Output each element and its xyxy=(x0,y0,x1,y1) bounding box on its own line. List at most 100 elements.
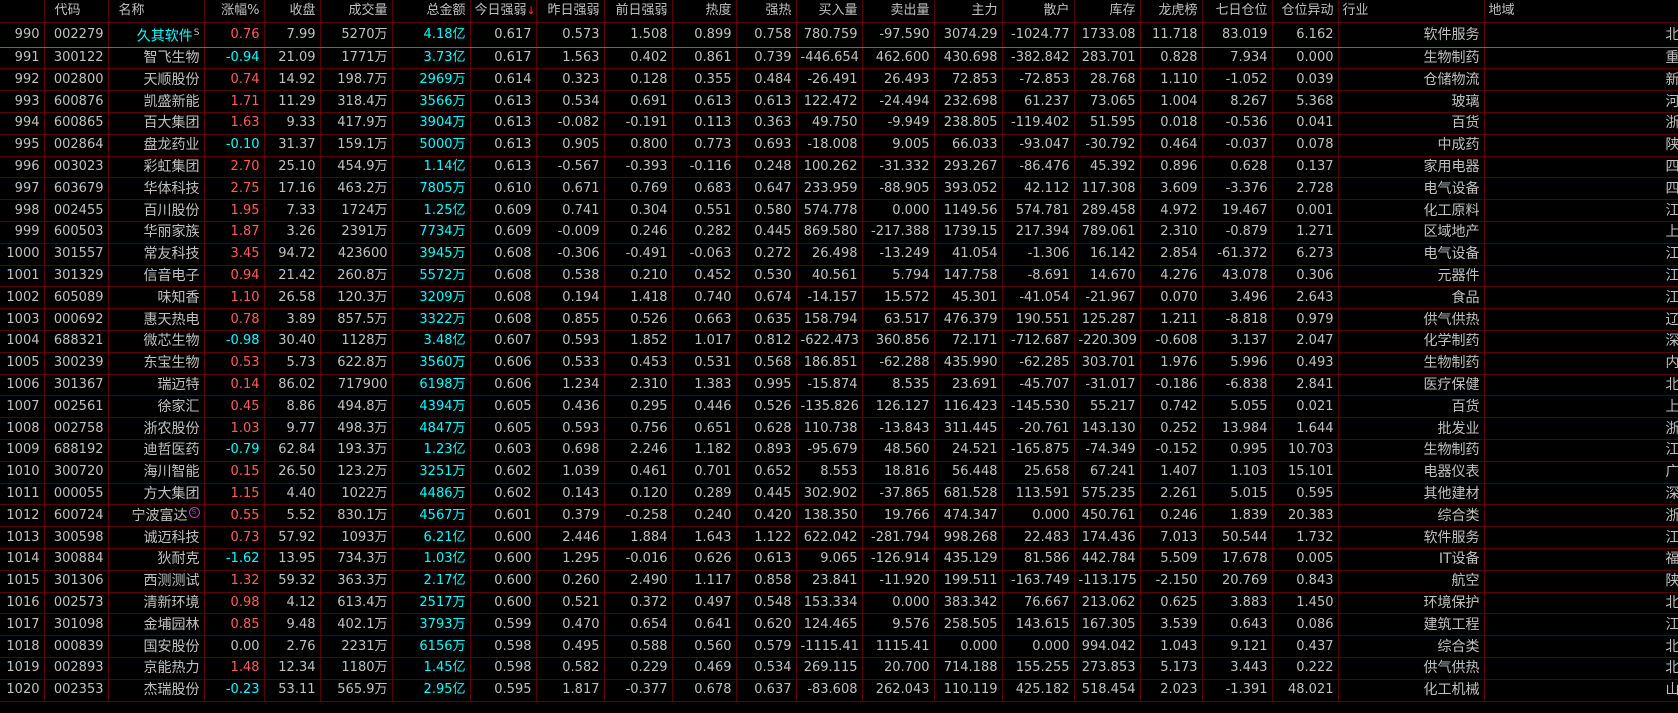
table-row[interactable]: 1002 605089 味知香 1.10 26.58 120.3万 3209万 0.608 0.… xyxy=(0,286,1678,310)
heat-text: 1.117 xyxy=(694,573,732,589)
table-row[interactable]: 1004 688321 微芯生物 -0.98 30.40 1128万 3.48亿 0.607 0… xyxy=(0,330,1678,353)
strong-heat-text: 0.613 xyxy=(754,551,792,567)
main-force-text: 147.758 xyxy=(943,268,998,284)
retail-text: 42.112 xyxy=(1024,180,1070,196)
sell-volume: 0.000 xyxy=(862,199,935,223)
index-header[interactable] xyxy=(0,0,45,23)
table-row[interactable]: 1011 000055 方大集团 1.15 4.40 1022万 4486万 0.602 0.1… xyxy=(0,483,1678,506)
name-header[interactable]: 名称 xyxy=(108,0,205,23)
industry-text: 生物制药 xyxy=(1423,355,1480,372)
stock-name-text: 华丽家族 xyxy=(143,224,200,241)
region: 江苏板块 xyxy=(1484,286,1678,310)
yesterday-strength: -0.567 xyxy=(536,156,605,179)
change-pct-header[interactable]: 涨幅% xyxy=(204,0,265,23)
stock-code: 003023 xyxy=(44,156,109,179)
row-index-text: 1002 xyxy=(6,289,40,305)
dragon-tiger-header[interactable]: 龙虎榜 xyxy=(1140,0,1203,23)
table-row[interactable]: 1010 300720 海川智能 0.15 26.50 123.2万 3251万 0.602 1… xyxy=(0,461,1678,484)
table-row[interactable]: 1006 301367 瑞迈特 0.14 86.02 717900 6198万 0.606 1.… xyxy=(0,374,1678,397)
dragon-tiger-text: 2.310 xyxy=(1160,224,1198,240)
region: 上海板块 xyxy=(1484,395,1678,419)
today-strength: 0.613 xyxy=(470,112,537,135)
table-row[interactable]: 994 600865 百大集团 1.63 9.33 417.9万 3904万 0.613 -0.… xyxy=(0,112,1678,135)
yesterday-strength: 0.436 xyxy=(536,395,605,419)
strong-heat-text: 0.858 xyxy=(754,573,792,589)
table-row[interactable]: 1005 300239 东宝生物 0.53 5.73 622.8万 3560万 0.606 0.… xyxy=(0,352,1678,375)
table-row[interactable]: 1018 000839 国安股份 0.00 2.76 2231万 6156万 0.598 0.4… xyxy=(0,635,1678,658)
table-row[interactable]: 993 600876 凯盛新能 1.71 11.29 318.4万 3566万 0.613 0.… xyxy=(0,90,1678,114)
table-row[interactable]: 1012 600724 宁波富达 S 0.55 5.52 830.1万 4567万 0.601 0… xyxy=(0,504,1678,528)
volume-header[interactable]: 成交量 xyxy=(320,0,393,23)
table-row[interactable]: 1001 301329 信音电子 0.94 21.42 260.8万 5572万 0.608 0… xyxy=(0,265,1678,288)
amount-text: 4486万 xyxy=(419,485,466,501)
heat-header[interactable]: 热度 xyxy=(672,0,737,23)
table-row[interactable]: 1017 301098 金埔园林 0.85 9.48 402.1万 3793万 0.599 0.… xyxy=(0,613,1678,637)
buy-volume-text: 40.561 xyxy=(812,268,858,284)
amount-header[interactable]: 总金额 xyxy=(392,0,471,23)
retail-header[interactable]: 散户 xyxy=(1002,0,1075,23)
table-row[interactable]: 1014 300884 狄耐克 -1.62 13.95 734.3万 1.03亿 0.600 1… xyxy=(0,548,1678,571)
stock-quote-table: 代码 名称 涨幅% 收盘 成交量 总金额 今日强弱↓ 昨日强弱 前日强弱 热度 强热 买入量 卖出量 主力… xyxy=(0,0,1678,702)
sell-volume-header[interactable]: 卖出量 xyxy=(862,0,935,23)
main-force-header[interactable]: 主力 xyxy=(934,0,1003,23)
table-row[interactable]: 990 002279 久其软件S 0.76 7.99 5270万 4.18亿 0.617 0.5… xyxy=(0,22,1678,48)
prev-day-strength-header[interactable]: 前日强弱 xyxy=(604,0,673,23)
table-row[interactable]: 1009 688192 迪哲医药 -0.79 62.84 193.3万 1.23亿 0.603… xyxy=(0,439,1678,462)
buy-volume-header[interactable]: 买入量 xyxy=(796,0,863,23)
table-row[interactable]: 1013 300598 诚迈科技 0.73 57.92 1093万 6.21亿 0.600 2.… xyxy=(0,526,1678,549)
table-row[interactable]: 1000 301557 常友科技 3.45 94.72 423600 3945万 0.608 -… xyxy=(0,243,1678,266)
buy-volume-text: 302.902 xyxy=(803,485,858,501)
prev-day-strength-text: 0.295 xyxy=(630,398,668,414)
table-row[interactable]: 991 300122 智飞生物 -0.94 21.09 1771万 3.73亿 0.617 1.… xyxy=(0,47,1678,70)
region-text: 辽宁板块 xyxy=(1666,312,1678,328)
change-pct: 1.15 xyxy=(204,483,265,506)
inventory-text: 283.701 xyxy=(1081,50,1136,66)
table-row[interactable]: 1015 301306 西测测试 1.32 59.32 363.3万 2.17亿 0.600 0… xyxy=(0,570,1678,593)
heat: 1.643 xyxy=(672,526,737,549)
table-row[interactable]: 996 003023 彩虹集团 2.70 25.10 454.9万 1.14亿 0.613 -0… xyxy=(0,156,1678,179)
yesterday-strength-header[interactable]: 昨日强弱 xyxy=(536,0,605,23)
close-price: 7.99 xyxy=(264,22,321,48)
table-row[interactable]: 992 002800 天顺股份 0.74 14.92 198.7万 2969万 0.614 0.… xyxy=(0,68,1678,92)
table-row[interactable]: 997 603679 华体科技 2.75 17.16 463.2万 7805万 0.610 0.… xyxy=(0,177,1678,201)
strong-heat-header[interactable]: 强热 xyxy=(736,0,797,23)
code-header[interactable]: 代码 xyxy=(44,0,109,23)
position-change-text: 1.732 xyxy=(1296,529,1334,545)
table-row[interactable]: 995 002864 盘龙药业 -0.10 31.37 159.1万 5000万 0.613 0… xyxy=(0,134,1678,157)
table-row[interactable]: 998 002455 百川股份 1.95 7.33 1724万 1.25亿 0.609 0.74… xyxy=(0,199,1678,223)
yesterday-strength: -0.306 xyxy=(536,243,605,266)
close-price-text: 21.09 xyxy=(278,50,316,66)
stock-code-text: 688192 xyxy=(53,442,104,458)
close-price-text: 5.73 xyxy=(286,355,316,371)
close-price: 17.16 xyxy=(264,177,321,201)
position-change-header[interactable]: 仓位异动 xyxy=(1272,0,1339,23)
industry-text: 百货 xyxy=(1451,115,1480,132)
retail: 155.255 xyxy=(1002,657,1075,680)
inventory-header[interactable]: 库存 xyxy=(1074,0,1141,23)
today-strength-header[interactable]: 今日强弱↓ xyxy=(470,0,537,23)
seven-day-position-header[interactable]: 七日仓位 xyxy=(1202,0,1273,23)
prev-day-strength: 0.654 xyxy=(604,613,673,637)
today-strength-text: 0.608 xyxy=(494,311,532,327)
table-row[interactable]: 999 600503 华丽家族 1.87 3.26 2391万 7734万 0.609 -0.0… xyxy=(0,221,1678,244)
close-header[interactable]: 收盘 xyxy=(264,0,321,23)
table-row[interactable]: 1020 002353 杰瑞股份 -0.23 53.11 565.9万 2.95亿 0.595… xyxy=(0,679,1678,702)
amount: 2.95亿 xyxy=(392,679,471,702)
table-row[interactable]: 1016 002573 清新环境 0.98 4.12 613.4万 2517万 0.600 0.… xyxy=(0,592,1678,615)
table-row[interactable]: 1019 002893 京能热力 1.48 12.34 1180万 1.45亿 0.598 0.… xyxy=(0,657,1678,680)
amount-text: 3322万 xyxy=(419,311,466,327)
industry-header[interactable]: 行业 xyxy=(1338,0,1485,23)
retail-text: -93.047 xyxy=(1019,137,1070,153)
dragon-tiger: 0.070 xyxy=(1140,286,1203,310)
table-row[interactable]: 1007 002561 徐家汇 0.45 8.86 494.8万 4394万 0.605 0.4… xyxy=(0,395,1678,419)
main-force: 681.528 xyxy=(934,483,1003,506)
industry-text: 仓储物流 xyxy=(1423,71,1480,88)
close-price-text: 30.40 xyxy=(278,333,316,349)
buy-volume: 302.902 xyxy=(796,483,863,506)
dragon-tiger: 0.625 xyxy=(1140,592,1203,615)
table-row[interactable]: 1008 002758 浙农股份 1.03 9.77 498.3万 4847万 0.605 0.… xyxy=(0,417,1678,440)
prev-day-strength: 0.526 xyxy=(604,308,673,332)
table-row[interactable]: 1003 000692 惠天热电 0.78 3.89 857.5万 3322万 0.608 0.… xyxy=(0,308,1678,332)
amount-text: 2969万 xyxy=(419,71,466,87)
region-header[interactable]: 地域 xyxy=(1484,0,1678,23)
